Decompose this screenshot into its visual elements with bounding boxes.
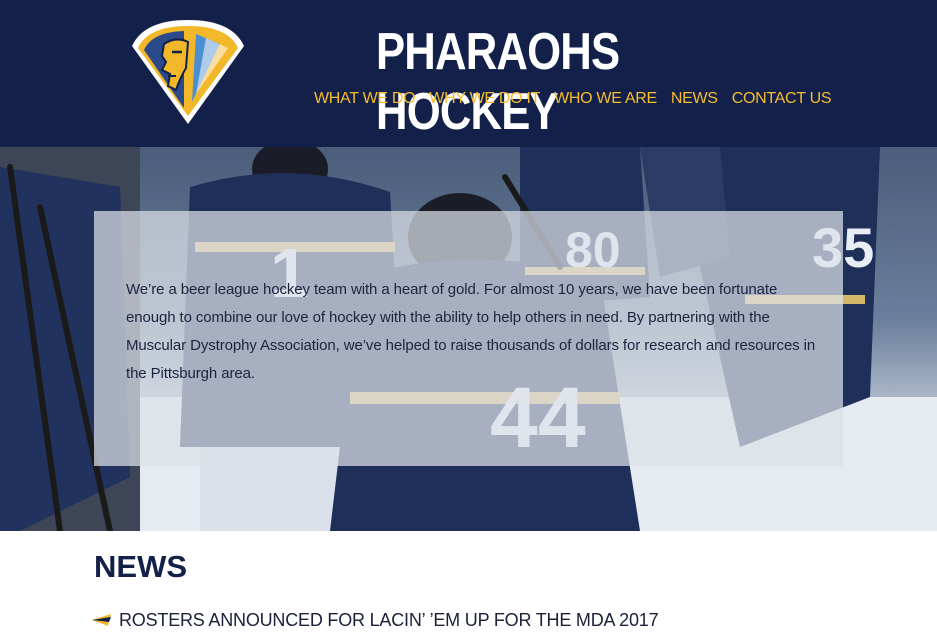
nav-item-why-we-do-it[interactable]: WHY WE DO IT — [429, 88, 540, 110]
site-header: PHARAOHS HOCKEY WHAT WE DO WHY WE DO IT … — [0, 0, 937, 147]
pennant-bullet-icon — [92, 614, 111, 626]
pharaoh-shield-logo-icon[interactable] — [124, 16, 252, 128]
nav-item-contact-us[interactable]: CONTACT US — [732, 88, 832, 110]
nav-item-who-we-are[interactable]: WHO WE ARE — [554, 88, 657, 110]
main-nav: WHAT WE DO WHY WE DO IT WHO WE ARE NEWS … — [314, 88, 832, 110]
intro-text: We’re a beer league hockey team with a h… — [126, 281, 816, 382]
site-title[interactable]: PHARAOHS HOCKEY — [376, 22, 695, 142]
news-item-title[interactable]: ROSTERS ANNOUNCED FOR LACIN’ ’EM UP FOR … — [119, 608, 659, 632]
nav-item-what-we-do[interactable]: WHAT WE DO — [314, 88, 416, 110]
nav-item-news[interactable]: NEWS — [671, 88, 718, 110]
news-list-item[interactable]: ROSTERS ANNOUNCED FOR LACIN’ ’EM UP FOR … — [92, 608, 659, 632]
news-heading: NEWS — [94, 549, 187, 584]
